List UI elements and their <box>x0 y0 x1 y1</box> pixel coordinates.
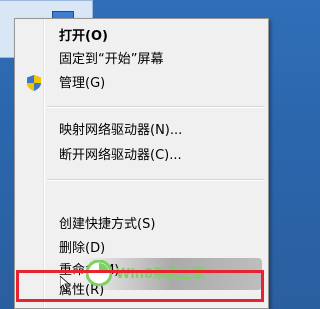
menu-separator <box>47 179 264 181</box>
uac-shield-icon <box>27 75 41 91</box>
highlight-box-properties <box>16 270 264 302</box>
menu-item-disconnect-network-drive[interactable]: 断开网络驱动器(C)... <box>59 146 182 166</box>
menu-item-open[interactable]: 打开(O) <box>59 27 108 47</box>
menu-item-map-network-drive[interactable]: 映射网络驱动器(N)... <box>59 121 182 141</box>
menu-separator <box>47 106 264 108</box>
menu-item-pin-to-start[interactable]: 固定到“开始”屏幕 <box>59 50 163 70</box>
menu-item-create-shortcut[interactable]: 创建快捷方式(S) <box>59 215 155 235</box>
menu-item-manage[interactable]: 管理(G) <box>59 74 105 94</box>
menu-item-delete[interactable]: 删除(D) <box>59 239 105 259</box>
